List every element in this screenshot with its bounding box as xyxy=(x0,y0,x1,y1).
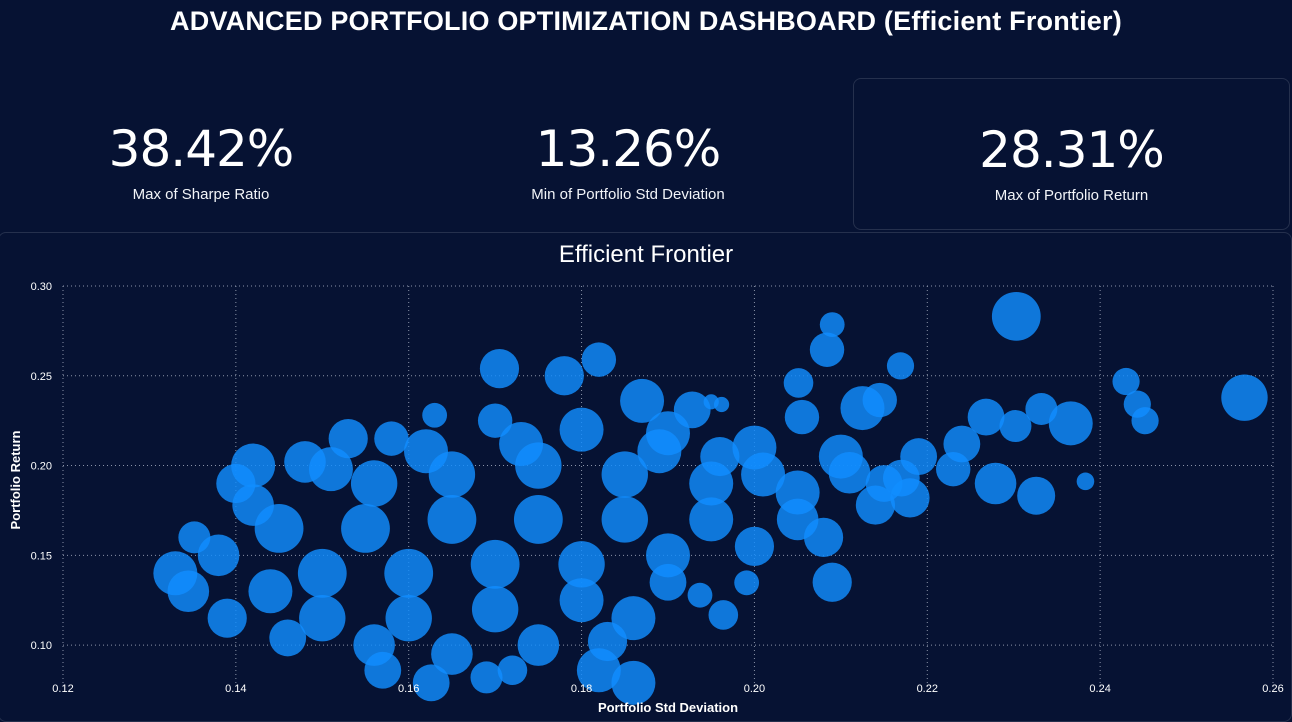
bubble-point[interactable] xyxy=(232,484,274,526)
bubble-point[interactable] xyxy=(812,562,852,602)
bubble-point[interactable] xyxy=(517,624,560,666)
bubble-point[interactable] xyxy=(427,495,477,544)
kpi-card-sharpe[interactable]: 38.42% Max of Sharpe Ratio xyxy=(10,78,392,230)
x-tick-label: 0.20 xyxy=(744,683,765,695)
y-tick-label: 0.25 xyxy=(31,371,52,383)
bubble-point[interactable] xyxy=(350,460,398,507)
y-tick-label: 0.15 xyxy=(31,550,52,562)
bubble-point[interactable] xyxy=(713,396,730,413)
bubble-point[interactable] xyxy=(936,451,971,487)
bubble-point[interactable] xyxy=(991,291,1041,341)
kpi-card-max-return[interactable]: 28.31% Max of Portfolio Return xyxy=(853,78,1290,230)
bubble-point[interactable] xyxy=(431,633,473,675)
bubble-point[interactable] xyxy=(299,594,346,642)
kpi-card-min-std[interactable]: 13.26% Min of Portfolio Std Deviation xyxy=(437,78,819,230)
bubble-point[interactable] xyxy=(544,356,584,396)
bubble-point[interactable] xyxy=(828,451,871,494)
bubble-point[interactable] xyxy=(974,462,1017,505)
bubble-point[interactable] xyxy=(207,598,247,638)
bubble-point[interactable] xyxy=(601,496,648,543)
bubble-point[interactable] xyxy=(649,563,687,601)
bubble-point[interactable] xyxy=(499,422,544,467)
x-tick-label: 0.16 xyxy=(398,683,419,695)
efficient-frontier-chart[interactable]: 0.12 0.14 0.16 0.18 0.20 0.22 0.24 0.26 0.100.1… xyxy=(0,270,1292,715)
bubble-point[interactable] xyxy=(708,600,739,630)
kpi-value: 38.42% xyxy=(108,120,295,178)
y-tick-label: 0.10 xyxy=(31,640,52,652)
bubble-point[interactable] xyxy=(687,582,713,608)
bubble-point[interactable] xyxy=(470,539,520,589)
bubble-point[interactable] xyxy=(1221,374,1268,421)
bubble-point[interactable] xyxy=(741,452,786,497)
y-axis-title: Portfolio Return xyxy=(8,430,23,529)
bubble-point[interactable] xyxy=(384,548,434,598)
bubble-point[interactable] xyxy=(422,402,448,428)
y-tick-label: 0.30 xyxy=(31,281,52,293)
bubble-point[interactable] xyxy=(385,594,432,642)
x-tick-label: 0.14 xyxy=(225,683,246,695)
bubble-point[interactable] xyxy=(559,407,604,452)
bubble-point[interactable] xyxy=(197,534,240,577)
bubble-point[interactable] xyxy=(862,382,897,418)
bubble-point[interactable] xyxy=(374,421,409,456)
dashboard-title: ADVANCED PORTFOLIO OPTIMIZATION DASHBOAR… xyxy=(170,6,1122,36)
bubble-point[interactable] xyxy=(803,517,844,557)
x-tick-label: 0.22 xyxy=(917,683,938,695)
bubble-point[interactable] xyxy=(559,578,604,623)
kpi-value: 28.31% xyxy=(979,121,1165,179)
chart-title: Efficient Frontier xyxy=(558,241,734,268)
bubble-point[interactable] xyxy=(353,624,395,666)
x-axis-title: Portfolio Std Deviation xyxy=(598,700,738,715)
kpi-label: Max of Sharpe Ratio xyxy=(132,186,270,203)
kpi-label: Max of Portfolio Return xyxy=(994,187,1149,204)
bubble-point[interactable] xyxy=(637,429,682,474)
bubble-point[interactable] xyxy=(404,429,448,474)
bubble-point[interactable] xyxy=(587,621,628,662)
x-axis-ticks: 0.12 0.14 0.16 0.18 0.20 0.22 0.24 0.26 xyxy=(52,683,1283,695)
kpi-label: Min of Portfolio Std Deviation xyxy=(531,186,725,203)
bubble-point[interactable] xyxy=(734,526,775,566)
bubble-point[interactable] xyxy=(1076,472,1095,491)
bubble-point[interactable] xyxy=(886,352,915,380)
x-tick-label: 0.18 xyxy=(571,683,592,695)
kpi-value: 13.26% xyxy=(535,120,722,178)
bubble-point[interactable] xyxy=(479,348,520,389)
bubble-point[interactable] xyxy=(297,548,347,598)
bubble-point[interactable] xyxy=(783,368,814,398)
bubble-point[interactable] xyxy=(231,443,276,488)
bubble-point[interactable] xyxy=(167,570,210,613)
bubble-point[interactable] xyxy=(1017,476,1056,515)
bubble-point[interactable] xyxy=(700,436,740,477)
bubble-point[interactable] xyxy=(341,504,390,553)
bubble-point[interactable] xyxy=(308,447,353,492)
bubble-point[interactable] xyxy=(809,332,845,367)
x-tick-label: 0.26 xyxy=(1262,683,1283,695)
bubble-point[interactable] xyxy=(470,661,503,694)
bubble-point[interactable] xyxy=(471,586,519,633)
bubble-point[interactable] xyxy=(248,569,293,614)
bubble-point[interactable] xyxy=(1131,407,1159,435)
bubble-point[interactable] xyxy=(882,459,920,497)
x-tick-label: 0.12 xyxy=(52,683,73,695)
bubble-point[interactable] xyxy=(784,399,820,435)
bubble-point[interactable] xyxy=(581,342,617,377)
y-axis-ticks: 0.10 0.15 0.20 0.25 0.30 xyxy=(31,281,52,652)
bubble-point[interactable] xyxy=(689,497,734,542)
bubble-point[interactable] xyxy=(513,495,563,544)
bubble-point[interactable] xyxy=(734,570,760,596)
x-tick-label: 0.24 xyxy=(1089,683,1110,695)
y-tick-label: 0.20 xyxy=(31,461,52,473)
